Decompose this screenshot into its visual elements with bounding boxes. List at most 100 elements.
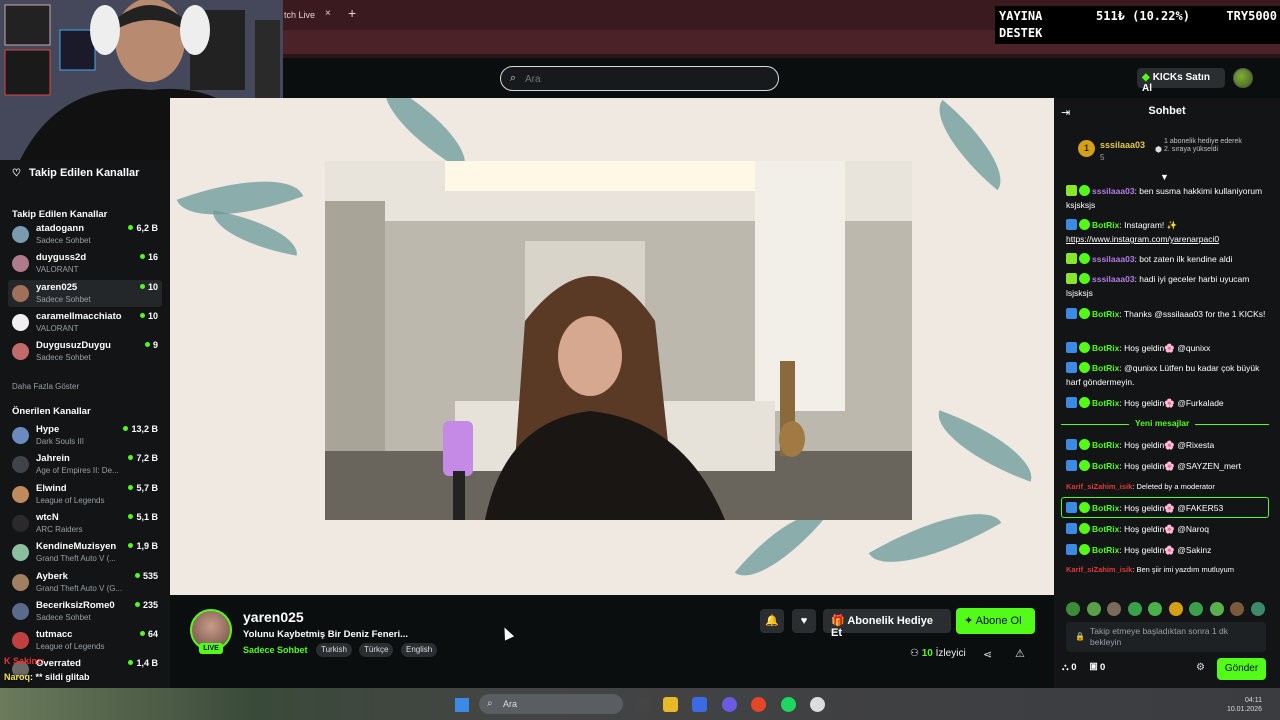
show-more-link[interactable]: Daha Fazla Göster bbox=[12, 382, 79, 391]
video-frame[interactable] bbox=[325, 161, 912, 520]
sidebar-header[interactable]: ♡ Takip Edilen Kanallar bbox=[12, 167, 139, 179]
donation-label-line1: YAYINA bbox=[999, 9, 1043, 23]
stream-tag[interactable]: Türkçe bbox=[359, 643, 394, 657]
sidebar-channel-item[interactable]: BeceriksizRome0 Sadece Sohbet 235 bbox=[8, 598, 162, 625]
share-icon[interactable]: ⋖ bbox=[983, 648, 992, 661]
chat-username[interactable]: sssilaaa03 bbox=[1092, 274, 1135, 284]
task-view-icon[interactable] bbox=[634, 697, 649, 712]
leaderboard-user[interactable]: sssilaaa03 bbox=[1100, 140, 1145, 150]
overlay-chat-line1: K Sakinz: bbox=[4, 656, 45, 666]
sidebar-channel-item[interactable]: tutmacc League of Legends 64 bbox=[8, 627, 162, 654]
chat-username[interactable]: BotRix bbox=[1092, 220, 1119, 230]
chat-username[interactable]: sssilaaa03 bbox=[1092, 186, 1135, 196]
expand-leaderboard-icon[interactable]: ▼ bbox=[1160, 172, 1169, 182]
channel-category: League of Legends bbox=[36, 495, 105, 505]
system-clock[interactable]: 04:11 10.01.2026 bbox=[1227, 696, 1262, 714]
report-icon[interactable]: ⚠ bbox=[1015, 647, 1025, 660]
channel-viewers-count: 10 bbox=[147, 281, 158, 292]
sidebar-channel-item[interactable]: atadogann Sadece Sohbet 6,2 B bbox=[8, 221, 162, 248]
new-tab-button[interactable]: + bbox=[348, 5, 356, 21]
chat-input[interactable]: 🔒 Takip etmeye başladıktan sonra 1 dk bek… bbox=[1066, 622, 1266, 652]
stream-tag[interactable]: English bbox=[401, 643, 438, 657]
chat-username[interactable]: sssilaaa03 bbox=[1092, 254, 1135, 264]
sidebar-channel-item[interactable]: caramellmacchiato VALORANT 10 bbox=[8, 309, 162, 336]
chat-username[interactable]: BotRix bbox=[1092, 309, 1119, 319]
chat-username[interactable]: Karif_siZahim_isik bbox=[1066, 482, 1132, 491]
emote-icon[interactable] bbox=[1086, 602, 1101, 616]
emote-icon[interactable] bbox=[1230, 602, 1244, 616]
windows-start-icon[interactable] bbox=[455, 698, 469, 712]
sidebar-channel-item[interactable]: Hype Dark Souls III 13,2 B bbox=[8, 422, 162, 449]
badge-icon bbox=[1066, 523, 1077, 534]
chat-username[interactable]: BotRix bbox=[1092, 545, 1119, 555]
gift-subscription-button[interactable]: 🎁 Abonelik Hediye Et bbox=[823, 609, 951, 639]
emote-icon[interactable] bbox=[1066, 602, 1080, 616]
channel-name: Elwind bbox=[36, 482, 67, 494]
emote-icon[interactable] bbox=[1107, 602, 1121, 616]
browser-tab[interactable]: tch Live bbox=[280, 4, 340, 26]
chat-username[interactable]: BotRix bbox=[1092, 524, 1119, 534]
emote-icon[interactable] bbox=[1127, 602, 1142, 616]
tab-close-icon[interactable]: × bbox=[325, 8, 331, 19]
live-dot-icon bbox=[139, 254, 145, 260]
new-messages-divider: Yeni mesajlar bbox=[1061, 418, 1269, 430]
chat-username[interactable]: BotRix bbox=[1092, 440, 1119, 450]
sidebar-channel-item[interactable]: wtcN ARC Raiders 5,1 B bbox=[8, 510, 162, 537]
file-explorer-icon[interactable] bbox=[663, 697, 678, 712]
sidebar-channel-item[interactable]: DuygusuzDuygu Sadece Sohbet 9 bbox=[8, 338, 162, 365]
emote-icon[interactable] bbox=[1189, 602, 1203, 616]
chat-username[interactable]: BotRix bbox=[1092, 398, 1119, 408]
channel-viewers: 5,1 B bbox=[128, 512, 158, 522]
search-bar[interactable]: ⌕ bbox=[500, 66, 779, 91]
heart-icon[interactable]: ♥ bbox=[792, 609, 816, 633]
store-icon[interactable] bbox=[692, 697, 707, 712]
streamer-name[interactable]: yaren025 bbox=[243, 609, 304, 625]
emote-icon[interactable] bbox=[1250, 602, 1265, 616]
channel-category: ARC Raiders bbox=[36, 524, 83, 534]
leaf-decoration bbox=[927, 410, 1043, 482]
chat-link[interactable]: https://www.instagram.com/yarenarpaci0 bbox=[1066, 234, 1219, 244]
gear-icon[interactable]: ⚙ bbox=[1196, 662, 1205, 673]
sidebar-channel-item[interactable]: KendineMuzisyen Grand Theft Auto V (... 1,… bbox=[8, 539, 162, 566]
sidebar-channel-item[interactable]: Jahrein Age of Empires II: De... 7,2 B bbox=[8, 451, 162, 478]
channel-name: atadogann bbox=[36, 223, 85, 234]
subscribe-label: Abone Ol bbox=[975, 615, 1022, 627]
sparkle-icon: ✦ bbox=[964, 615, 976, 627]
chat-username[interactable]: BotRix bbox=[1092, 363, 1119, 373]
subscribe-button[interactable]: ✦ Abone Ol bbox=[956, 608, 1035, 634]
sidebar-channel-item[interactable]: yaren025 Sadece Sohbet 10 bbox=[8, 279, 162, 307]
channel-category: VALORANT bbox=[36, 323, 79, 333]
chat-username[interactable]: Karif_siZahim_isik bbox=[1066, 565, 1132, 574]
obs-icon[interactable] bbox=[810, 697, 825, 712]
spotify-icon[interactable] bbox=[781, 697, 796, 712]
channel-category: Sadece Sohbet bbox=[36, 353, 91, 363]
user-avatar[interactable] bbox=[1233, 68, 1253, 88]
channel-name: Ayberk bbox=[36, 570, 68, 582]
channel-name: Hype bbox=[36, 424, 60, 435]
emote-icon[interactable] bbox=[1209, 602, 1224, 616]
emote-icon[interactable] bbox=[1148, 602, 1162, 616]
emote-icon[interactable] bbox=[1168, 602, 1183, 616]
discord-icon[interactable] bbox=[722, 697, 737, 712]
sidebar-channel-item[interactable]: duyguss2d VALORANT 16 bbox=[8, 250, 162, 277]
bell-icon[interactable]: 🔔 bbox=[760, 609, 784, 633]
stream-category[interactable]: Sadece Sohbet bbox=[243, 645, 308, 655]
badge-icon bbox=[1066, 185, 1077, 196]
stream-tag[interactable]: Turkish bbox=[316, 643, 352, 657]
taskbar-search[interactable]: ⌕ Ara bbox=[479, 694, 623, 714]
channel-viewers: 535 bbox=[134, 571, 158, 581]
badge-icon bbox=[1066, 273, 1077, 284]
channel-viewers: 1,9 B bbox=[128, 541, 158, 551]
chat-message: Karif_siZahim_isik: Deleted by a moderat… bbox=[1066, 480, 1271, 494]
chat-username[interactable]: BotRix bbox=[1092, 461, 1119, 471]
chrome-icon[interactable] bbox=[751, 697, 766, 712]
chat-text: : Hoş geldin🌸 @SAYZEN_mert bbox=[1119, 461, 1241, 471]
search-input[interactable] bbox=[525, 71, 765, 87]
sidebar-channel-item[interactable]: Ayberk Grand Theft Auto V (G... 535 bbox=[8, 569, 162, 596]
channel-viewers: 9 bbox=[144, 340, 158, 350]
verified-badge-icon bbox=[1079, 219, 1090, 230]
chat-username[interactable]: BotRix bbox=[1092, 343, 1119, 353]
sidebar-channel-item[interactable]: Elwind League of Legends 5,7 B bbox=[8, 481, 162, 508]
send-button[interactable]: Gönder bbox=[1217, 658, 1266, 680]
buy-kicks-button[interactable]: ◆ KICKs Satın Al bbox=[1137, 68, 1225, 94]
